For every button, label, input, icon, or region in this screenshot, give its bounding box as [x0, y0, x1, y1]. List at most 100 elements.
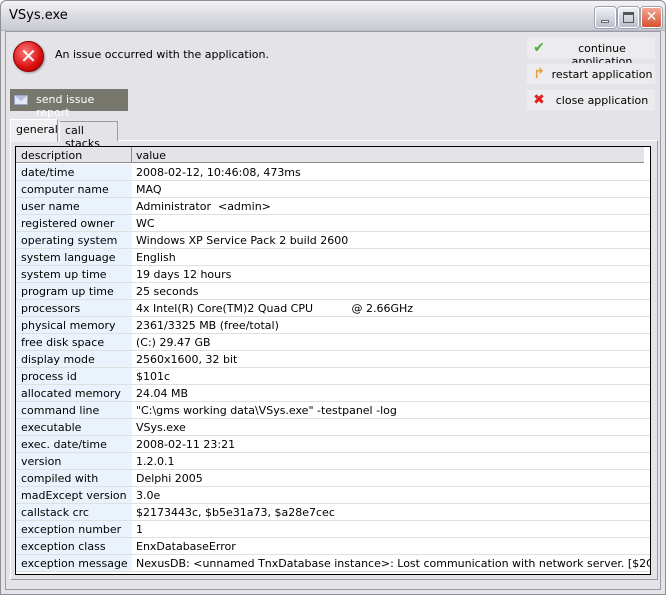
- table-row[interactable]: registered owner WC: [16, 215, 650, 232]
- table-row[interactable]: command line "C:\gms working data\VSys.ex…: [16, 402, 650, 419]
- error-message: An issue occurred with the application.: [55, 48, 269, 61]
- minimize-icon: [601, 20, 609, 23]
- row-value: 2008-02-11 23:21: [136, 438, 236, 451]
- table-row[interactable]: exception message NexusDB: <unnamed TnxDa…: [16, 555, 650, 572]
- table-body: date/time 2008-02-12, 10:46:08, 473ms comp…: [16, 164, 650, 572]
- table-row[interactable]: process id $101c: [16, 368, 650, 385]
- row-description: computer name: [16, 181, 132, 197]
- row-value: 1.2.0.1: [136, 455, 175, 468]
- row-value: 2008-02-12, 10:46:08, 473ms: [136, 166, 301, 179]
- table-row[interactable]: processors 4x Intel(R) Core(TM)2 Quad CPU…: [16, 300, 650, 317]
- table-row[interactable]: date/time 2008-02-12, 10:46:08, 473ms: [16, 164, 650, 181]
- row-description: exception message: [16, 555, 132, 571]
- minimize-button[interactable]: [595, 7, 616, 28]
- table-row[interactable]: physical memory 2361/3325 MB (free/total): [16, 317, 650, 334]
- row-description: processors: [16, 300, 132, 316]
- table-row[interactable]: operating system Windows XP Service Pack …: [16, 232, 650, 249]
- table-row[interactable]: exec. date/time 2008-02-11 23:21: [16, 436, 650, 453]
- info-table: description value date/time 2008-02-12, 1…: [15, 146, 651, 575]
- row-value: English: [136, 251, 176, 264]
- row-description: program up time: [16, 283, 132, 299]
- table-row[interactable]: version 1.2.0.1: [16, 453, 650, 470]
- row-description: compiled with: [16, 470, 132, 486]
- title-bar[interactable]: VSys.exe ✕: [1, 1, 665, 31]
- table-row[interactable]: display mode 2560x1600, 32 bit: [16, 351, 650, 368]
- row-value: $2173443c, $b5e31a73, $a28e7cec: [136, 506, 335, 519]
- row-value: Windows XP Service Pack 2 build 2600: [136, 234, 349, 247]
- row-value: 1: [136, 523, 143, 536]
- row-description: display mode: [16, 351, 132, 367]
- row-value: VSys.exe: [136, 421, 186, 434]
- error-x-icon: ✕: [13, 41, 44, 72]
- table-row[interactable]: system language English: [16, 249, 650, 266]
- table-row[interactable]: allocated memory 24.04 MB: [16, 385, 650, 402]
- row-description: process id: [16, 368, 132, 384]
- table-row[interactable]: madExcept version 3.0e: [16, 487, 650, 504]
- row-description: date/time: [16, 164, 132, 180]
- row-value: (C:) 29.47 GB: [136, 336, 211, 349]
- table-row[interactable]: compiled with Delphi 2005: [16, 470, 650, 487]
- send-issue-report-label: send issue report: [36, 93, 95, 119]
- row-value: Administrator <admin>: [136, 200, 271, 213]
- row-description: system up time: [16, 266, 132, 282]
- row-value: 3.0e: [136, 489, 161, 502]
- row-value: 24.04 MB: [136, 387, 189, 400]
- table-row[interactable]: exception number 1: [16, 521, 650, 538]
- row-description: exception class: [16, 538, 132, 554]
- row-value: EnxDatabaseError: [136, 540, 236, 553]
- row-value: NexusDB: <unnamed TnxDatabase instance>:…: [136, 557, 650, 570]
- row-value: 25 seconds: [136, 285, 199, 298]
- row-value: 2361/3325 MB (free/total): [136, 319, 279, 332]
- envelope-icon: [14, 95, 28, 105]
- close-application-button[interactable]: ✖ close application: [526, 89, 656, 111]
- restart-application-label: restart application: [551, 68, 653, 81]
- send-issue-report-button[interactable]: send issue report: [10, 89, 128, 119]
- tab-general[interactable]: general: [10, 119, 58, 142]
- row-description: allocated memory: [16, 385, 132, 401]
- row-description: executable: [16, 419, 132, 435]
- table-row[interactable]: callstack crc $2173443c, $b5e31a73, $a28e…: [16, 504, 650, 521]
- close-icon: ✕: [645, 9, 658, 25]
- window-close-button[interactable]: ✕: [641, 7, 662, 28]
- table-row[interactable]: computer name MAQ: [16, 181, 650, 198]
- row-description: version: [16, 453, 132, 469]
- window-title: VSys.exe: [9, 8, 68, 23]
- row-value: 2560x1600, 32 bit: [136, 353, 238, 366]
- checkmark-icon: ✔: [533, 40, 545, 56]
- row-description: command line: [16, 402, 132, 418]
- row-value: Delphi 2005: [136, 472, 203, 485]
- row-description: callstack crc: [16, 504, 132, 520]
- close-application-label: close application: [555, 94, 649, 107]
- row-value: 4x Intel(R) Core(TM)2 Quad CPU @ 2.66GHz: [136, 302, 414, 315]
- restart-application-button[interactable]: ↱ restart application: [526, 63, 656, 85]
- row-description: madExcept version: [16, 487, 132, 503]
- row-value: "C:\gms working data\VSys.exe" -testpane…: [136, 404, 397, 417]
- red-x-icon: ✖: [533, 92, 545, 108]
- row-description: free disk space: [16, 334, 132, 350]
- row-value: WC: [136, 217, 155, 230]
- table-row[interactable]: user name Administrator <admin>: [16, 198, 650, 215]
- row-description: exception number: [16, 521, 132, 537]
- table-row[interactable]: free disk space (C:) 29.47 GB: [16, 334, 650, 351]
- row-description: operating system: [16, 232, 132, 248]
- maximize-button[interactable]: [618, 7, 639, 28]
- table-row[interactable]: system up time 19 days 12 hours: [16, 266, 650, 283]
- table-row[interactable]: exception class EnxDatabaseError: [16, 538, 650, 555]
- row-description: user name: [16, 198, 132, 214]
- maximize-icon: [623, 12, 634, 23]
- row-description: registered owner: [16, 215, 132, 231]
- row-description: system language: [16, 249, 132, 265]
- column-header-description[interactable]: description: [21, 149, 82, 162]
- column-divider[interactable]: [131, 147, 132, 163]
- curved-arrow-icon: ↱: [533, 66, 545, 82]
- table-row[interactable]: program up time 25 seconds: [16, 283, 650, 300]
- row-value: 19 days 12 hours: [136, 268, 232, 281]
- table-row[interactable]: executable VSys.exe: [16, 419, 650, 436]
- tab-call-stacks[interactable]: call stacks: [59, 121, 118, 150]
- column-header-value[interactable]: value: [136, 149, 166, 162]
- row-description: physical memory: [16, 317, 132, 333]
- row-value: $101c: [136, 370, 171, 383]
- continue-application-button[interactable]: ✔ continue application: [526, 37, 656, 68]
- table-header: description value: [16, 147, 644, 163]
- row-value: MAQ: [136, 183, 162, 196]
